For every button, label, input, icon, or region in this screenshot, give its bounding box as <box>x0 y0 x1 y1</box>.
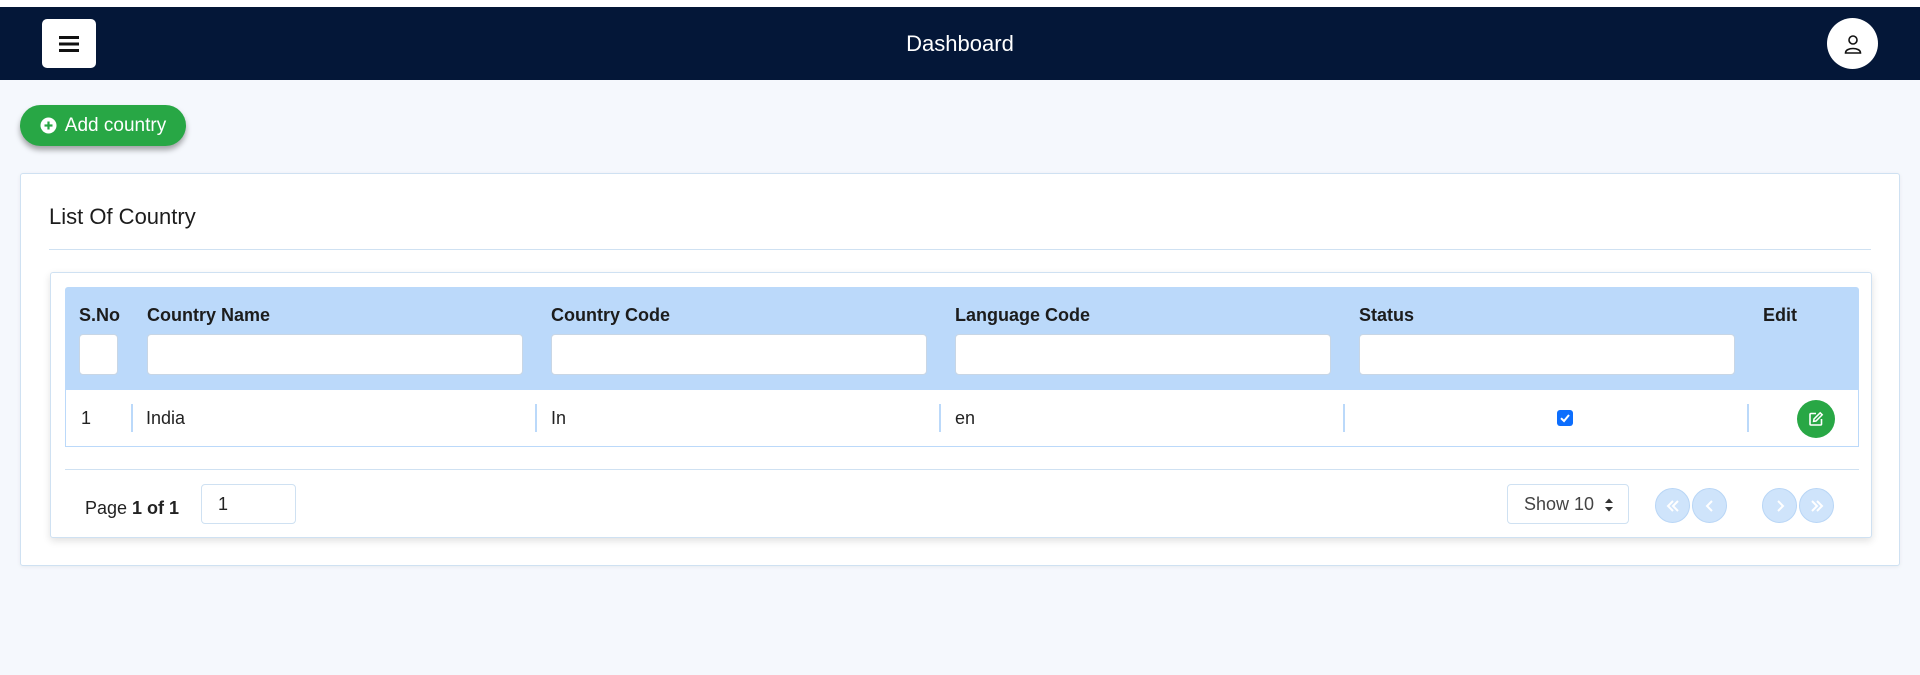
language-code-filter-input[interactable] <box>955 334 1331 375</box>
user-icon <box>1844 34 1861 54</box>
table-header: S.No Country Name Country Code Language … <box>65 287 1859 390</box>
first-page-button[interactable] <box>1655 488 1690 523</box>
card-divider <box>49 249 1871 250</box>
page-number-input[interactable] <box>201 484 296 524</box>
status-filter-input[interactable] <box>1359 334 1735 375</box>
page-prefix: Page <box>85 498 133 518</box>
column-header-sno[interactable]: S.No <box>79 305 120 326</box>
add-country-label: Add country <box>64 114 167 136</box>
checkmark-icon <box>1560 414 1570 423</box>
top-navbar: Dashboard <box>0 7 1920 80</box>
hamburger-icon <box>59 35 79 52</box>
cell-country-name: India <box>146 408 186 428</box>
double-chevron-left-icon <box>1666 499 1679 512</box>
previous-page-button[interactable] <box>1692 488 1727 523</box>
column-separator <box>1747 404 1749 432</box>
user-profile-button[interactable] <box>1827 18 1878 69</box>
country-list-card: List Of Country S.No Country Name Countr… <box>20 173 1900 566</box>
top-strip <box>0 0 1920 7</box>
column-separator <box>131 404 133 432</box>
last-page-button[interactable] <box>1799 488 1834 523</box>
table-row: 1 India In en <box>65 390 1859 447</box>
menu-button[interactable] <box>42 19 96 68</box>
column-header-country-code[interactable]: Country Code <box>551 305 670 326</box>
sort-arrows-icon <box>1605 498 1613 512</box>
country-table: S.No Country Name Country Code Language … <box>50 272 1872 538</box>
cell-sno: 1 <box>81 408 92 428</box>
sno-filter-input[interactable] <box>79 334 118 375</box>
status-checkbox[interactable] <box>1557 410 1573 426</box>
column-header-edit: Edit <box>1763 305 1797 325</box>
column-separator <box>535 404 537 432</box>
double-chevron-right-icon <box>1810 499 1823 512</box>
page-size-label: Show 10 <box>1524 493 1595 514</box>
cell-language-code: en <box>955 408 976 428</box>
next-page-button[interactable] <box>1762 488 1797 523</box>
edit-icon <box>1809 411 1824 426</box>
page-size-select[interactable]: Show 10 <box>1507 484 1629 524</box>
country-name-filter-input[interactable] <box>147 334 523 375</box>
pagination-divider <box>65 469 1859 470</box>
chevron-left-icon <box>1705 499 1713 512</box>
cell-country-code: In <box>551 408 567 428</box>
column-header-country-name[interactable]: Country Name <box>147 305 270 326</box>
column-header-status[interactable]: Status <box>1359 305 1414 326</box>
column-header-language-code[interactable]: Language Code <box>955 305 1090 326</box>
page-indicator: Page 1 of 1 <box>85 498 179 519</box>
add-country-button[interactable]: Add country <box>20 105 186 146</box>
column-separator <box>1343 404 1345 432</box>
plus-circle-icon <box>40 117 57 134</box>
chevron-right-icon <box>1776 499 1784 512</box>
card-title: List Of Country <box>49 204 196 229</box>
country-code-filter-input[interactable] <box>551 334 927 375</box>
page-summary: 1 of 1 <box>132 498 180 518</box>
column-separator <box>939 404 941 432</box>
page-title: Dashboard <box>906 30 1014 56</box>
edit-button[interactable] <box>1797 400 1835 438</box>
